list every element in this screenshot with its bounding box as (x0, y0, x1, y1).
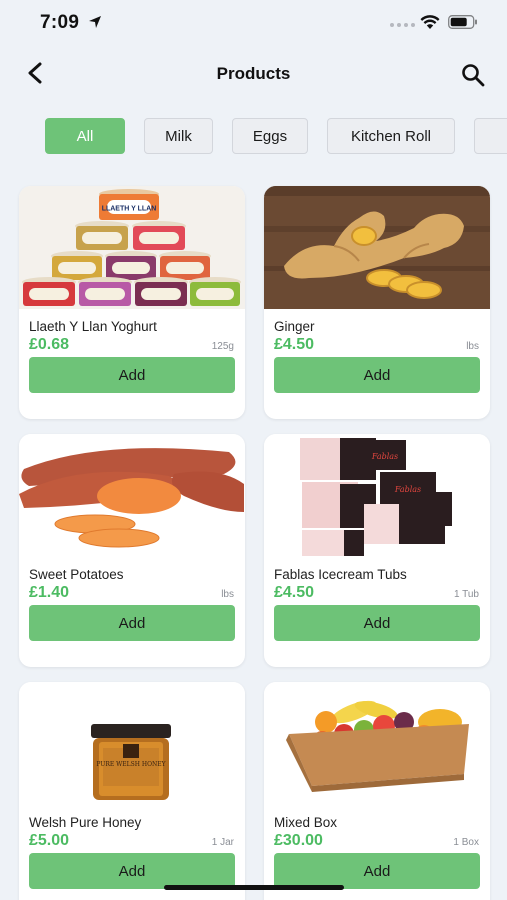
add-to-cart-button[interactable]: Add (274, 605, 480, 641)
status-bar: 7:09 (0, 0, 507, 46)
product-name: Llaeth Y Llan Yoghurt (29, 319, 157, 334)
battery-icon (448, 15, 477, 29)
product-name: Fablas Icecream Tubs (274, 567, 407, 582)
filter-chip-all[interactable]: All (45, 118, 125, 154)
product-unit: 1 Tub (453, 589, 479, 600)
product-unit: 125g (211, 341, 234, 352)
honey-brand-label: PURE WELSH HONEY (96, 761, 166, 768)
product-price: £5.00 (29, 832, 70, 849)
add-to-cart-button[interactable]: Add (29, 605, 235, 641)
svg-text:Fablas: Fablas (371, 452, 398, 461)
filter-chip-more[interactable] (474, 118, 507, 154)
product-unit: lbs (466, 341, 479, 352)
product-card-yoghurt[interactable]: LLAETH Y LLAN Llaeth Y Llan Yoghurt £0.6… (19, 186, 245, 419)
product-name: Sweet Potatoes (29, 567, 124, 582)
product-card-welsh-honey[interactable]: PURE WELSH HONEY Welsh Pure Honey £5.00 … (19, 682, 245, 900)
product-image-sweet-potatoes (19, 434, 245, 557)
product-unit: 1 Jar (211, 837, 234, 848)
product-price: £4.50 (274, 336, 315, 353)
app-header: Products (0, 50, 507, 98)
product-name: Ginger (274, 319, 315, 334)
page-title: Products (216, 64, 291, 83)
product-name: Welsh Pure Honey (29, 815, 142, 830)
add-to-cart-button[interactable]: Add (29, 853, 235, 889)
add-to-cart-button[interactable]: Add (274, 853, 480, 889)
icecream-brand-label: Fablas (394, 485, 421, 494)
product-image-yoghurt: LLAETH Y LLAN (19, 186, 245, 309)
product-image-ginger (264, 186, 490, 309)
product-image-welsh-honey: PURE WELSH HONEY (19, 682, 245, 805)
product-price: £0.68 (29, 336, 70, 353)
product-image-mixed-box (264, 682, 490, 805)
product-unit: 1 Box (453, 837, 479, 848)
filter-chip-milk[interactable]: Milk (144, 118, 213, 154)
product-card-fablas-icecream[interactable]: Fablas Fablas Fablas Icecream Tubs £4.50… (264, 434, 490, 667)
wifi-icon (420, 15, 440, 29)
home-indicator[interactable] (164, 885, 344, 890)
product-card-ginger[interactable]: Ginger £4.50 lbs Add (264, 186, 490, 419)
cellular-signal-icon (390, 23, 415, 27)
status-time: 7:09 (40, 12, 80, 33)
product-unit: lbs (221, 589, 234, 600)
product-card-mixed-box[interactable]: Mixed Box £30.00 1 Box Add (264, 682, 490, 900)
add-to-cart-button[interactable]: Add (274, 357, 480, 393)
add-to-cart-button[interactable]: Add (29, 357, 235, 393)
category-filter-bar: All Milk Eggs Kitchen Roll (0, 116, 507, 158)
location-arrow-icon (89, 16, 101, 28)
product-price: £30.00 (274, 832, 323, 849)
product-price: £4.50 (274, 584, 315, 601)
yoghurt-brand-label: LLAETH Y LLAN (102, 206, 157, 213)
product-price: £1.40 (29, 584, 70, 601)
product-card-sweet-potatoes[interactable]: Sweet Potatoes £1.40 lbs Add (19, 434, 245, 667)
product-name: Mixed Box (274, 815, 338, 830)
product-image-fablas-icecream: Fablas Fablas (264, 434, 490, 557)
filter-chip-kitchen-roll[interactable]: Kitchen Roll (327, 118, 455, 154)
filter-chip-eggs[interactable]: Eggs (232, 118, 308, 154)
search-icon[interactable] (460, 62, 486, 88)
